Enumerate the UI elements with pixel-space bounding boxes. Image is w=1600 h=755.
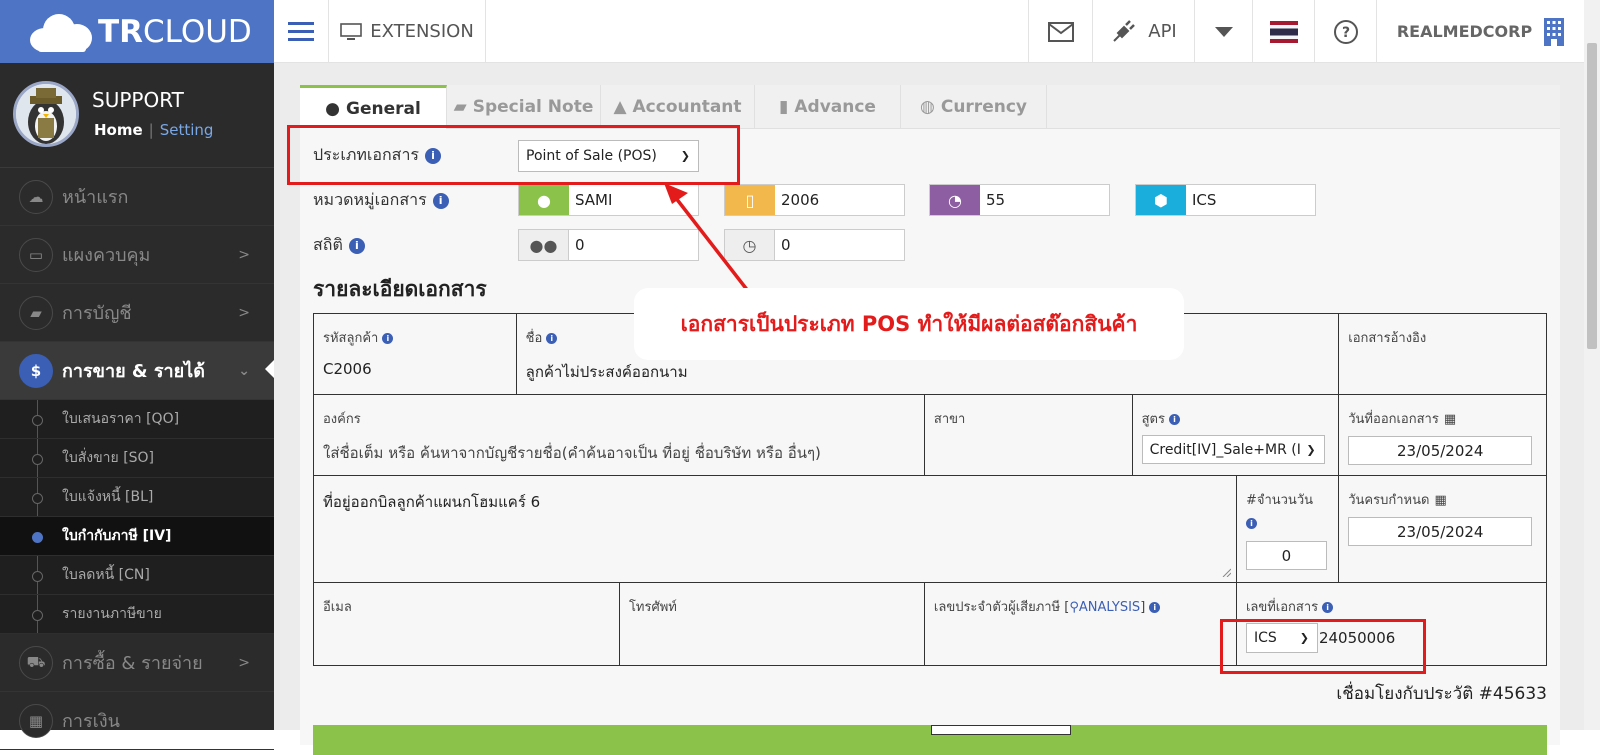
annotation-arrow xyxy=(664,183,757,302)
annotation-callout: เอกสารเป็นประเภท POS ทำให้มีผลต่อสต๊อกสิ… xyxy=(634,288,1184,360)
